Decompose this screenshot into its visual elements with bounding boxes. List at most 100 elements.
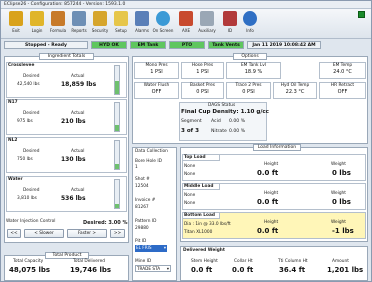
connection-indicator-icon	[358, 11, 365, 18]
total-delivered-value: 19,746 lbs	[70, 266, 112, 274]
total-product-title: Total Product	[45, 252, 89, 259]
exit-icon	[9, 11, 23, 26]
toolbar-label: Auxiliary	[198, 28, 216, 33]
toolbar-button-info[interactable]: Info	[239, 11, 261, 37]
toolbar-label: Login	[31, 28, 43, 33]
middle-weight-value: 0 lbs	[332, 198, 351, 206]
water-slower-button[interactable]: < Slower	[24, 229, 64, 238]
water-max-button[interactable]: >>	[110, 229, 125, 238]
datetime-display: Jan 11 2019 10:08:42 AM	[247, 41, 321, 49]
toolbar-button-setup[interactable]: Setup	[110, 11, 132, 37]
toolbar-button-alarms[interactable]: Alarms	[131, 11, 153, 37]
desired-value: 3,810 lbs	[17, 196, 37, 201]
toolbar-label: ID	[227, 28, 233, 33]
actual-value: 210 lbs	[61, 118, 86, 125]
acid-value: 0.00 %	[229, 119, 246, 124]
collar-height-value: 0.0 ft	[232, 266, 254, 274]
toolbar-button-id[interactable]: ID	[219, 11, 241, 37]
pattern-label: Pattern ID	[135, 219, 157, 224]
toolbar-label: On Screen	[152, 28, 174, 33]
ingredient-name: Crosslevee	[8, 63, 35, 68]
toolbar-button-on-screen[interactable]: On Screen	[152, 11, 174, 37]
bore-hole-label: Bore Hole ID	[135, 159, 162, 164]
nitrate-value: 0.00 %	[229, 129, 246, 134]
pit-select[interactable]: EL FRIS ▾	[135, 245, 167, 252]
option-cell: HR Retract OFF	[319, 82, 366, 99]
shot-label: Shot #	[135, 177, 150, 182]
chevron-down-icon: ▾	[163, 245, 166, 250]
stem-height-label: Stem Height	[191, 259, 218, 264]
hyd-ok-indicator: HYD OK	[91, 41, 127, 49]
toolbar-label: AXE	[181, 28, 190, 33]
ingredient-box	[6, 176, 127, 212]
toolbar-button-exit[interactable]: Exit	[5, 11, 27, 37]
ingredient-level-bar	[114, 65, 120, 95]
amount-value: 1,201 lbs	[327, 266, 364, 274]
ingredient-name: NL2	[8, 138, 18, 143]
dags-status-title: DAGS Status	[208, 103, 236, 108]
toolbar-label: Info	[246, 28, 254, 33]
toolbar-button-reports[interactable]: Reports	[68, 11, 90, 37]
middle-height-label: Height	[264, 191, 279, 196]
chevron-down-icon: ▾	[166, 266, 169, 271]
pattern-value[interactable]: 29880	[135, 226, 149, 231]
top-load-line1: None	[184, 164, 196, 169]
toolbar-button-security[interactable]: Security	[89, 11, 111, 37]
pit-label: Pit ID	[135, 239, 147, 244]
option-value: 22.3 °C	[285, 89, 305, 95]
ingredient-totals-title: Ingredient Totals	[39, 53, 94, 60]
acid-label: Acid	[211, 119, 221, 124]
bottom-weight-label: Weight	[331, 220, 346, 225]
option-cell: Mono Pres 1 PSI	[134, 62, 179, 79]
on-screen-icon	[156, 11, 170, 26]
id-icon	[223, 11, 237, 26]
data-collection-title: Data Collection	[135, 149, 168, 154]
bottom-load-title: Bottom Load	[184, 213, 215, 218]
bottom-load-line1: Dia : 1in @ 33.0 lbs/ft	[184, 222, 231, 227]
collar-height-label: Collar Ht	[234, 259, 253, 264]
water-faster-button[interactable]: Faster >	[67, 229, 107, 238]
water-min-button[interactable]: <<	[7, 229, 21, 238]
desired-label: Desired	[23, 188, 40, 193]
actual-label: Actual	[71, 111, 85, 116]
toolbar-button-axe[interactable]: AXE	[175, 11, 197, 37]
ingredient-level-fill	[115, 164, 119, 169]
window-title: EClipse26 - Configuration: 857244 - Vers…	[1, 1, 371, 9]
pit-select-value: EL FRIS	[136, 245, 152, 250]
status-bar: Stopped - Ready HYD OK EM Tank PTO Tank …	[1, 40, 371, 49]
desired-value: 750 lbs	[17, 157, 33, 162]
middle-load-line2: None	[184, 201, 196, 206]
option-value: 0 PSI	[242, 89, 255, 95]
option-cell: Hose Pres 1 PSI	[181, 62, 224, 79]
invoice-value[interactable]: 81267	[135, 205, 149, 210]
tti-column-height-value: 36.4 ft	[279, 266, 306, 274]
middle-weight-label: Weight	[331, 191, 346, 196]
mine-select[interactable]: TRADE STA ▾	[135, 265, 171, 272]
segment-value: 3 of 3	[181, 128, 199, 134]
bottom-height-value: 0.0 ft	[257, 227, 279, 235]
bore-hole-value[interactable]: 1	[135, 165, 138, 170]
actual-label: Actual	[71, 74, 85, 79]
toolbar-button-auxiliary[interactable]: Auxiliary	[196, 11, 218, 37]
info-icon	[243, 11, 257, 26]
nitrate-label: Nitrate	[211, 129, 227, 134]
invoice-label: Invoice #	[135, 198, 156, 203]
option-value: OFF	[337, 89, 348, 95]
ingredient-level-fill	[115, 124, 119, 131]
setup-icon	[114, 11, 128, 26]
actual-value: 18,859 lbs	[61, 81, 97, 88]
option-cell: Water Flush OFF	[134, 82, 179, 99]
machine-state: Stopped - Ready	[4, 41, 88, 49]
auxiliary-icon	[200, 11, 214, 26]
toolbar-button-formula[interactable]: Formula	[47, 11, 69, 37]
ingredient-level-fill	[115, 204, 119, 208]
formula-icon	[51, 11, 65, 26]
option-cell: Basket Pres 0 PSI	[181, 82, 224, 99]
option-value: 18.9 %	[244, 69, 263, 75]
desired-value: 975 lbs	[17, 119, 33, 124]
toolbar-button-login[interactable]: Login	[26, 11, 48, 37]
option-value: 24.0 °C	[333, 69, 352, 75]
actual-label: Actual	[71, 188, 85, 193]
shot-value[interactable]: 12504	[135, 184, 149, 189]
login-icon	[30, 11, 44, 26]
